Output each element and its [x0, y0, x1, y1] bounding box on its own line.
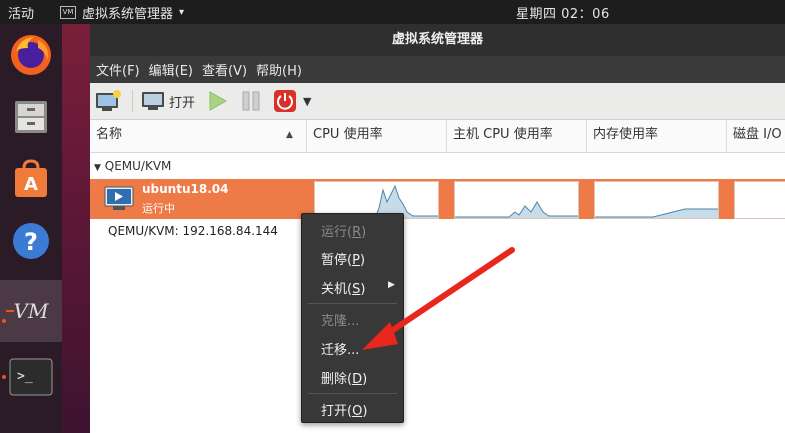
- menu-separator: [308, 393, 397, 394]
- virt-manager-window: 虚拟系统管理器 文件(F) 编辑(E) 查看(V) 帮助(H) 打开 ▼ 名称 …: [90, 24, 785, 433]
- memory-usage-graph: [594, 181, 719, 219]
- svg-text:A: A: [24, 174, 38, 195]
- menu-item-delete-label: 删除: [321, 372, 348, 387]
- menu-item-migrate[interactable]: 迁移...: [321, 339, 359, 358]
- top-bar: 活动 VM 虚拟系统管理器 ▾ 星期四 02：06: [0, 0, 785, 24]
- group-row[interactable]: ▼ QEMU/KVM: [90, 153, 171, 179]
- shutdown-button[interactable]: [273, 89, 297, 113]
- file-cabinet-icon[interactable]: [0, 86, 62, 148]
- open-button-label: 打开: [169, 95, 196, 111]
- monitor-icon: [142, 92, 164, 110]
- menu-bar: 文件(F) 编辑(E) 查看(V) 帮助(H): [90, 56, 785, 83]
- pause-icon: [242, 91, 260, 111]
- column-host-cpu-label: 主机 CPU 使用率: [453, 127, 553, 142]
- power-icon: [274, 90, 297, 112]
- menu-item-pause[interactable]: 暂停(P): [321, 249, 365, 268]
- menu-separator: [308, 303, 397, 304]
- virt-manager-icon[interactable]: VM: [0, 280, 62, 342]
- column-host-cpu[interactable]: 主机 CPU 使用率: [447, 120, 587, 152]
- disk-io-graph: [734, 181, 785, 219]
- context-menu: 运行(R) 暂停(P) 关机(S) ▶ 克隆... 迁移... 删除(D) 打开…: [301, 213, 404, 423]
- running-indicator: [2, 319, 6, 323]
- vm-status: 运行中: [142, 202, 175, 215]
- software-store-icon[interactable]: A: [0, 148, 62, 210]
- open-button[interactable]: 打开: [141, 90, 195, 112]
- svg-text:VM: VM: [14, 299, 49, 323]
- vm-monitor-icon: [104, 186, 134, 210]
- vm-row[interactable]: ubuntu18.04 运行中: [90, 179, 785, 219]
- expander-down-icon[interactable]: ▼: [94, 163, 101, 173]
- vmm-app-icon: VM: [60, 6, 76, 19]
- column-cpu-label: CPU 使用率: [313, 127, 383, 142]
- column-memory[interactable]: 内存使用率: [587, 120, 727, 152]
- caret-down-icon: ▾: [179, 7, 185, 18]
- new-vm-icon: [96, 90, 121, 111]
- activities-button[interactable]: 活动: [8, 3, 34, 22]
- menu-help[interactable]: 帮助(H): [256, 60, 302, 79]
- run-button[interactable]: [205, 89, 229, 113]
- help-icon[interactable]: ?: [0, 210, 62, 272]
- window-title: 虚拟系统管理器: [90, 24, 785, 56]
- pause-button[interactable]: [239, 89, 263, 113]
- column-disk-label: 磁盘 I/O: [733, 127, 782, 142]
- menu-item-run[interactable]: 运行(R): [321, 221, 366, 240]
- app-menu[interactable]: VM 虚拟系统管理器 ▾: [60, 3, 184, 22]
- menu-edit[interactable]: 编辑(E): [149, 60, 193, 79]
- svg-text:?: ?: [24, 228, 38, 256]
- column-disk[interactable]: 磁盘 I/O: [727, 120, 785, 152]
- vm-list[interactable]: ▼ QEMU/KVM ubuntu18.04 运行中 QEMU/KVM: 192…: [90, 153, 785, 433]
- column-memory-label: 内存使用率: [593, 127, 659, 142]
- caret-down-icon: ▼: [303, 94, 312, 108]
- group-label: QEMU/KVM: [104, 159, 172, 173]
- toolbar-separator: [132, 90, 133, 112]
- submenu-arrow-icon: ▶: [388, 280, 395, 290]
- menu-item-pause-key: P: [352, 253, 360, 268]
- menu-item-open-key: O: [352, 404, 363, 419]
- running-indicator: [2, 375, 6, 379]
- host-cpu-usage-graph: [454, 181, 579, 219]
- menu-item-run-label: 运行: [321, 225, 348, 240]
- connection-row[interactable]: QEMU/KVM: 192.168.84.144: [108, 224, 278, 238]
- menu-item-shutdown[interactable]: 关机(S): [321, 278, 365, 297]
- column-name[interactable]: 名称: [90, 120, 307, 152]
- shutdown-menu-button[interactable]: ▼: [303, 95, 311, 108]
- desktop-wallpaper: [62, 24, 90, 433]
- menu-view[interactable]: 查看(V): [202, 60, 247, 79]
- menu-item-clone[interactable]: 克隆...: [321, 310, 359, 329]
- menu-item-delete-key: D: [352, 372, 363, 387]
- dock: A ? VM >_: [0, 24, 62, 433]
- menu-file[interactable]: 文件(F): [96, 60, 140, 79]
- column-header: 名称 ▲ CPU 使用率 主机 CPU 使用率 内存使用率 磁盘 I/O: [90, 120, 785, 153]
- column-name-label: 名称: [96, 127, 123, 142]
- toolbar: 打开 ▼: [90, 83, 785, 120]
- menu-item-run-key: R: [352, 225, 362, 240]
- menu-item-shutdown-label: 关机: [321, 282, 348, 297]
- sort-ascending-icon: ▲: [286, 130, 293, 140]
- svg-text:>_: >_: [17, 369, 33, 384]
- menu-item-pause-label: 暂停: [321, 253, 348, 268]
- play-icon: [209, 91, 228, 111]
- column-cpu[interactable]: CPU 使用率: [307, 120, 447, 152]
- new-vm-button[interactable]: [94, 89, 122, 113]
- app-menu-label: 虚拟系统管理器: [82, 7, 174, 22]
- menu-item-open-label: 打开: [321, 404, 348, 419]
- menu-item-shutdown-key: S: [352, 282, 361, 297]
- vm-name: ubuntu18.04: [142, 182, 229, 196]
- menu-item-open[interactable]: 打开(O): [321, 400, 367, 419]
- menu-item-delete[interactable]: 删除(D): [321, 368, 367, 387]
- clock[interactable]: 星期四 02：06: [516, 3, 610, 22]
- firefox-icon[interactable]: [0, 24, 62, 86]
- terminal-icon[interactable]: >_: [0, 346, 62, 408]
